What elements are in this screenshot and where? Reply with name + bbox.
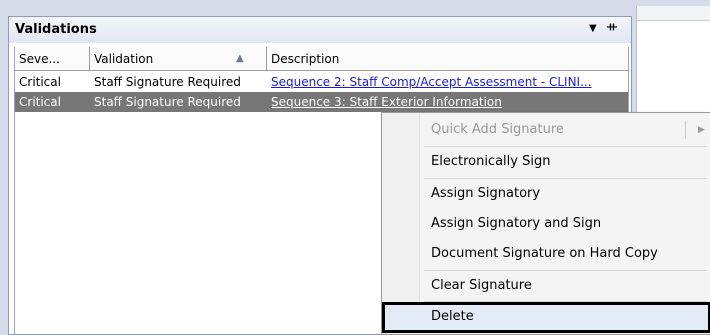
column-header-validation[interactable]: Validation ▲ <box>90 47 267 71</box>
menu-item-delete[interactable]: Delete <box>382 302 710 333</box>
menu-item-label: Assign Signatory <box>431 186 541 201</box>
context-menu: Quick Add Signature ▶ Electronically Sig… <box>381 112 710 335</box>
table-row-selected[interactable]: Critical Staff Signature Required Sequen… <box>15 92 628 112</box>
menu-item-document-signature-hard-copy[interactable]: Document Signature on Hard Copy <box>382 239 710 269</box>
menu-item-quick-add-signature[interactable]: Quick Add Signature ▶ <box>382 115 710 145</box>
panel-title: Validations <box>15 22 97 37</box>
submenu-arrow-icon: ▶ <box>698 125 705 135</box>
dropdown-icon[interactable]: ▼ <box>589 23 597 34</box>
cell-validation: Staff Signature Required <box>94 95 241 109</box>
column-header-severity[interactable]: Seve... <box>15 47 90 71</box>
cell-validation: Staff Signature Required <box>94 75 241 89</box>
menu-item-label: Quick Add Signature <box>431 122 564 137</box>
menu-item-label: Clear Signature <box>431 278 532 293</box>
menu-item-clear-signature[interactable]: Clear Signature <box>382 271 710 301</box>
menu-item-assign-signatory[interactable]: Assign Signatory <box>382 179 710 209</box>
cell-description-link[interactable]: Sequence 3: Staff Exterior Information <box>267 92 628 112</box>
submenu-divider <box>685 121 686 139</box>
menu-item-label: Electronically Sign <box>431 154 551 169</box>
pin-icon[interactable]: ᚑ <box>607 19 617 35</box>
cell-severity: Critical <box>19 95 61 109</box>
menu-item-label: Assign Signatory and Sign <box>431 216 602 231</box>
table-row[interactable]: Critical Staff Signature Required Sequen… <box>15 72 628 92</box>
right-pane-ruler <box>637 6 710 21</box>
menu-item-label: Document Signature on Hard Copy <box>431 246 658 261</box>
column-header-validation-label: Validation <box>94 52 154 66</box>
menu-item-label: Delete <box>431 309 474 324</box>
cell-severity: Critical <box>19 75 61 89</box>
column-header-description[interactable]: Description <box>267 47 628 71</box>
panel-header: Validations ▼ ᚑ <box>9 17 631 43</box>
sort-ascending-icon: ▲ <box>236 53 244 64</box>
menu-item-assign-signatory-and-sign[interactable]: Assign Signatory and Sign <box>382 209 710 239</box>
cell-description-link[interactable]: Sequence 2: Staff Comp/Accept Assessment… <box>267 72 628 92</box>
menu-item-electronically-sign[interactable]: Electronically Sign <box>382 147 710 177</box>
